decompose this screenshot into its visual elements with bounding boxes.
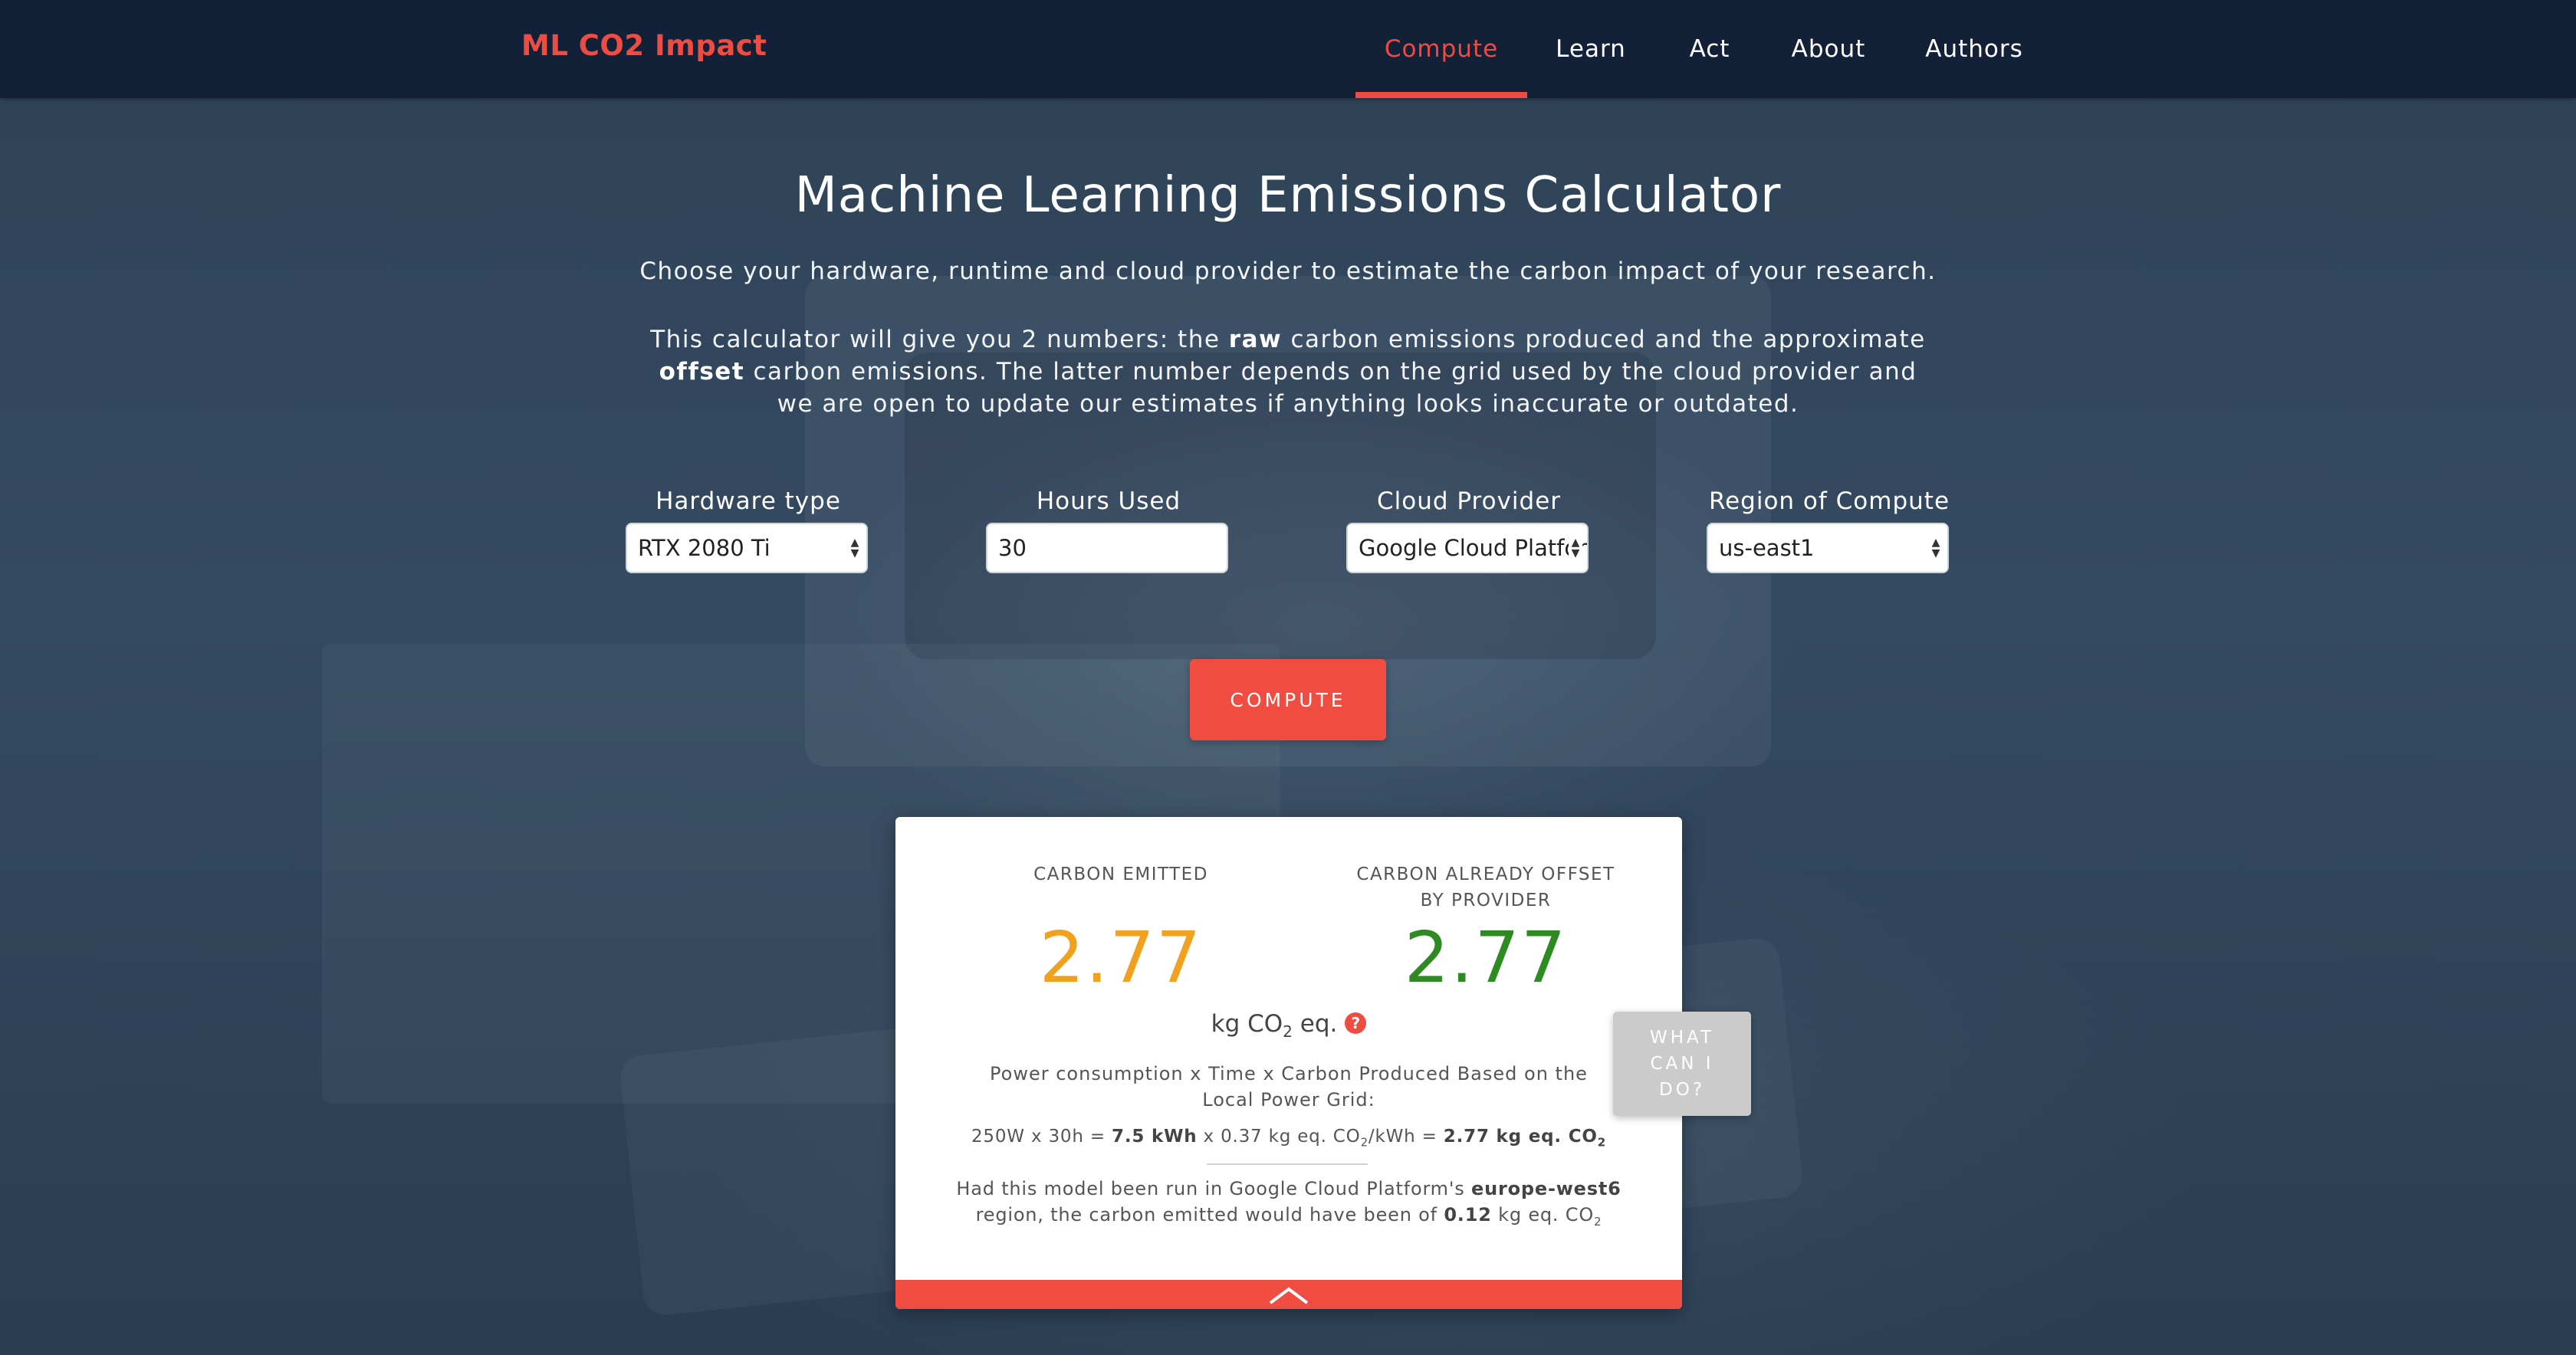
- nav-authors[interactable]: Authors: [1917, 0, 2032, 98]
- page-title: Machine Learning Emissions Calculator: [794, 167, 1782, 224]
- units-label: kg CO2 eq.?: [895, 1010, 1682, 1041]
- nav-act[interactable]: Act: [1679, 0, 1740, 98]
- provider-value: Google Cloud Platform: [1359, 535, 1589, 561]
- what-can-i-do-button[interactable]: WHAT CAN I DO?: [1613, 1012, 1751, 1116]
- explanation-part: This calculator will give you 2 numbers:…: [650, 326, 1229, 353]
- alternative-region-text: Had this model been run in Google Cloud …: [941, 1176, 1636, 1235]
- formula-intensity: 0.37 kg eq. CO: [1221, 1127, 1361, 1147]
- provider-select[interactable]: Google Cloud Platform ▲ ▼: [1346, 523, 1589, 573]
- formula-energy: 7.5 kWh: [1112, 1127, 1198, 1147]
- explanation-part: carbon emissions. The latter number depe…: [744, 358, 1917, 418]
- explanation-raw: raw: [1228, 326, 1283, 353]
- alternative-text-part: region, the carbon emitted would have be…: [975, 1204, 1444, 1225]
- units-suffix: eq.: [1292, 1010, 1338, 1038]
- region-label: Region of Compute: [1708, 487, 1950, 515]
- divider: [1207, 1163, 1368, 1165]
- formula-intensity-subscript: 2: [1360, 1135, 1368, 1150]
- select-arrows-icon: ▲ ▼: [848, 524, 862, 572]
- alternative-text-part: Had this model been run in Google Cloud …: [956, 1178, 1471, 1199]
- formula-time: 30h: [1048, 1127, 1084, 1147]
- chevron-up-icon: [1269, 1287, 1309, 1304]
- hours-label: Hours Used: [1036, 487, 1181, 515]
- units-prefix: kg CO: [1211, 1010, 1283, 1038]
- formula-operator: x: [1197, 1127, 1221, 1147]
- carbon-emitted-label: CARBON EMITTED: [1033, 865, 1208, 884]
- hardware-value: RTX 2080 Ti: [638, 535, 770, 561]
- hardware-field: Hardware type RTX 2080 Ti ▲ ▼: [626, 487, 871, 573]
- navbar: ML CO2 Impact Compute Learn Act About Au…: [0, 0, 2576, 98]
- brand-logo[interactable]: ML CO2 Impact: [521, 29, 767, 62]
- formula-total: 2.77 kg eq. CO2: [1443, 1127, 1607, 1150]
- carbon-emitted-value: 2.77: [1039, 917, 1203, 999]
- carbon-offset-label: CARBON ALREADY OFFSET BY PROVIDER: [1356, 865, 1615, 910]
- hardware-label: Hardware type: [656, 487, 841, 515]
- alternative-value: 0.12: [1444, 1204, 1492, 1225]
- alternative-unit: kg eq. CO: [1491, 1204, 1595, 1225]
- help-icon[interactable]: ?: [1345, 1012, 1367, 1034]
- explanation-text: This calculator will give you 2 numbers:…: [644, 323, 1932, 420]
- formula-description: Power consumption x Time x Carbon Produc…: [990, 1063, 1588, 1111]
- units-subscript: 2: [1283, 1022, 1293, 1042]
- formula-operator: x: [1024, 1127, 1049, 1147]
- provider-label: Cloud Provider: [1376, 487, 1562, 515]
- region-select[interactable]: us-east1 ▲ ▼: [1707, 523, 1949, 573]
- formula-intensity-unit: /kWh: [1368, 1127, 1416, 1147]
- carbon-offset-value: 2.77: [1404, 917, 1568, 999]
- provider-field: Cloud Provider Google Cloud Platform ▲ ▼: [1346, 487, 1592, 573]
- explanation-offset: offset: [659, 358, 745, 386]
- region-value: us-east1: [1719, 535, 1815, 561]
- formula-operator: =: [1083, 1127, 1112, 1147]
- region-field: Region of Compute us-east1 ▲ ▼: [1707, 487, 1952, 573]
- formula-total-subscript: 2: [1597, 1135, 1607, 1150]
- nav-about[interactable]: About: [1779, 0, 1878, 98]
- what-can-i-do-label: WHAT CAN I DO?: [1649, 1028, 1715, 1100]
- select-arrows-icon: ▲ ▼: [1569, 524, 1582, 572]
- formula-operator: =: [1415, 1127, 1444, 1147]
- formula-power: 250W: [971, 1127, 1025, 1147]
- explanation-part: carbon emissions produced and the approx…: [1282, 326, 1926, 353]
- nav-compute[interactable]: Compute: [1355, 0, 1527, 98]
- intro-text: Choose your hardware, runtime and cloud …: [639, 258, 1937, 285]
- alternative-unit-subscript: 2: [1594, 1214, 1602, 1229]
- hours-value: 30: [998, 535, 1027, 561]
- alternative-region: europe-west6: [1471, 1178, 1622, 1199]
- hours-field: Hours Used 30: [986, 487, 1231, 573]
- compute-button[interactable]: COMPUTE: [1190, 659, 1386, 740]
- formula: 250W x 30h = 7.5 kWh x 0.37 kg eq. CO2/k…: [895, 1127, 1682, 1150]
- collapse-bar[interactable]: [895, 1280, 1682, 1309]
- results-card: CARBON EMITTED CARBON ALREADY OFFSET BY …: [895, 817, 1682, 1309]
- nav-learn[interactable]: Learn: [1541, 0, 1641, 98]
- hardware-select[interactable]: RTX 2080 Ti ▲ ▼: [626, 523, 868, 573]
- select-arrows-icon: ▲ ▼: [1929, 524, 1943, 572]
- formula-total-value: 2.77 kg eq. CO: [1443, 1127, 1598, 1147]
- hours-input[interactable]: 30: [986, 523, 1228, 573]
